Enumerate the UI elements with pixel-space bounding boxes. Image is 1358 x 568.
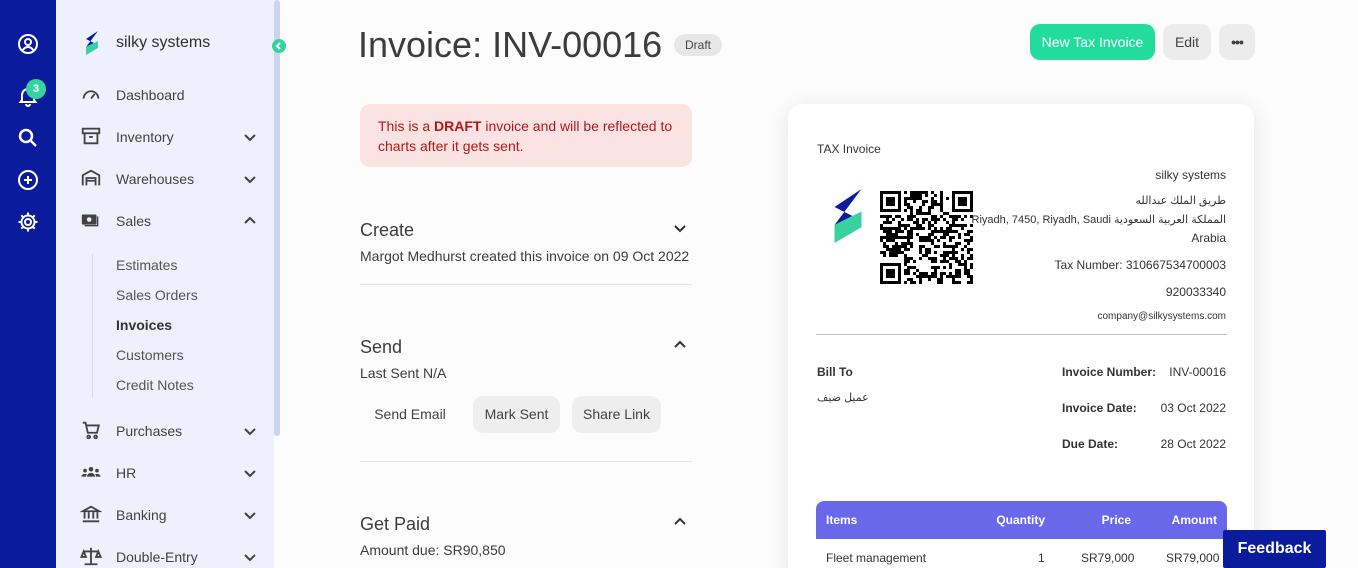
archive-icon xyxy=(80,125,104,149)
company-email: company@silkysystems.com xyxy=(1097,311,1226,322)
gear-icon[interactable] xyxy=(16,210,40,234)
company-address-line3: Arabia xyxy=(1191,231,1226,245)
status-badge: Draft xyxy=(674,34,723,56)
chevron-down-icon xyxy=(244,554,256,562)
column-quantity: Quantity xyxy=(996,513,1045,527)
sidebar-item-label: Dashboard xyxy=(116,87,185,103)
sidebar-subitem-customers[interactable]: Customers xyxy=(116,347,184,363)
people-icon xyxy=(80,461,104,485)
bill-to-value: عميل ضيف xyxy=(817,392,869,404)
company-logo xyxy=(834,189,862,243)
warehouse-icon xyxy=(80,167,104,191)
share-link-button[interactable]: Share Link xyxy=(572,396,661,433)
sidebar-item-warehouses[interactable]: Warehouses xyxy=(80,167,266,191)
brand-name: silky systems xyxy=(116,34,211,51)
sidebar-item-purchases[interactable]: Purchases xyxy=(80,419,266,443)
due-date-label: Due Date: xyxy=(1062,437,1119,451)
alert-strong: DRAFT xyxy=(434,118,482,134)
invoice-doc-type: TAX Invoice xyxy=(817,142,881,156)
edit-button[interactable]: Edit xyxy=(1163,24,1211,60)
company-address-line1: طريق الملك عبدالله xyxy=(1135,195,1226,207)
sidebar-scrollbar[interactable] xyxy=(274,0,280,436)
item-name: Fleet management xyxy=(826,551,927,565)
create-section-text: Margot Medhurst created this invoice on … xyxy=(360,248,690,264)
more-options-button[interactable]: ••• xyxy=(1219,24,1255,60)
sidebar-subitem-sales-orders[interactable]: Sales Orders xyxy=(116,287,198,303)
bank-icon xyxy=(79,503,104,527)
invoice-date-label: Invoice Date: xyxy=(1062,401,1137,415)
divider xyxy=(360,461,692,462)
sidebar-item-double-entry[interactable]: Double-Entry xyxy=(80,545,266,568)
bill-to-label: Bill To xyxy=(817,365,853,379)
mark-sent-button[interactable]: Mark Sent xyxy=(473,396,560,433)
sidebar-subitem-invoices[interactable]: Invoices xyxy=(116,317,172,333)
item-amount: SR79,000 xyxy=(1166,551,1220,565)
sidebar-item-label: Warehouses xyxy=(116,171,195,187)
submenu-divider xyxy=(92,254,93,398)
sidebar-item-label: Banking xyxy=(116,507,167,523)
qr-code xyxy=(880,191,973,284)
sidebar-item-label: Sales xyxy=(116,213,152,229)
chevron-down-icon xyxy=(244,428,256,436)
chevron-down-icon xyxy=(244,470,256,478)
invoice-number-label: Invoice Number: xyxy=(1062,365,1157,379)
sidebar-subitem-credit-notes[interactable]: Credit Notes xyxy=(116,377,194,393)
chevron-down-icon xyxy=(244,134,256,142)
sidebar-item-hr[interactable]: HR xyxy=(80,461,266,485)
collapse-sidebar-button[interactable] xyxy=(272,39,286,53)
search-icon[interactable] xyxy=(16,126,40,150)
card-divider xyxy=(816,334,1227,335)
user-circle-icon[interactable] xyxy=(16,32,40,56)
due-date: 28 Oct 2022 xyxy=(1160,437,1226,451)
chevron-down-icon xyxy=(244,512,256,520)
invoice-date: 03 Oct 2022 xyxy=(1160,401,1226,415)
feedback-button[interactable]: Feedback xyxy=(1223,530,1326,568)
column-price: Price xyxy=(1101,513,1131,527)
item-price: SR79,000 xyxy=(1081,551,1135,565)
company-name: silky systems xyxy=(1155,168,1226,182)
get-paid-section-title: Get Paid xyxy=(360,514,431,534)
notification-badge: 3 xyxy=(26,79,46,99)
chevron-down-icon xyxy=(244,176,256,184)
company-address-line2: Riyadh, 7450, Riyadh, Saudi المملكة العر… xyxy=(971,214,1226,226)
column-items: Items xyxy=(826,513,858,527)
page-title: Invoice: INV-00016 xyxy=(358,24,663,65)
chevron-up-icon[interactable] xyxy=(672,337,688,353)
scale-icon xyxy=(80,545,104,568)
sidebar-item-sales[interactable]: Sales xyxy=(80,209,266,233)
sidebar-item-inventory[interactable]: Inventory xyxy=(80,125,266,149)
sidebar-item-dashboard[interactable]: Dashboard xyxy=(80,83,266,107)
chevron-down-icon[interactable] xyxy=(672,220,688,236)
sidebar-item-label: HR xyxy=(116,465,137,481)
money-icon xyxy=(80,209,104,233)
chevron-up-icon[interactable] xyxy=(672,514,688,530)
items-table-header: Items Quantity Price Amount xyxy=(816,501,1227,539)
sidebar-subitem-estimates[interactable]: Estimates xyxy=(116,257,177,273)
brand-logo[interactable] xyxy=(84,30,100,56)
tax-number: Tax Number: 310667534700003 xyxy=(1054,258,1226,272)
sidebar-item-label: Purchases xyxy=(116,423,183,439)
new-tax-invoice-button[interactable]: New Tax Invoice xyxy=(1030,24,1155,60)
sidebar-item-label: Inventory xyxy=(116,129,174,145)
alert-prefix: This is a xyxy=(378,118,435,134)
create-section-title: Create xyxy=(360,220,415,240)
sidebar-item-banking[interactable]: Banking xyxy=(79,503,266,527)
cart-icon xyxy=(80,419,104,443)
sidebar-item-label: Double-Entry xyxy=(116,549,198,565)
send-section-text: Last Sent N/A xyxy=(360,365,447,381)
send-section-title: Send xyxy=(360,337,403,357)
company-phone: 920033340 xyxy=(1165,285,1226,299)
invoice-number: INV-00016 xyxy=(1169,365,1226,379)
plus-circle-icon[interactable] xyxy=(16,168,40,192)
item-quantity: 1 xyxy=(1038,551,1045,565)
chevron-up-icon xyxy=(244,216,256,224)
gauge-icon xyxy=(80,83,104,107)
send-email-button[interactable]: Send Email xyxy=(360,396,460,433)
icon-rail: 3 xyxy=(0,0,56,568)
column-amount: Amount xyxy=(1171,513,1217,527)
divider xyxy=(360,284,692,285)
draft-alert: This is a DRAFT invoice and will be refl… xyxy=(360,104,692,167)
amount-due-text: Amount due: SR90,850 xyxy=(360,542,506,558)
